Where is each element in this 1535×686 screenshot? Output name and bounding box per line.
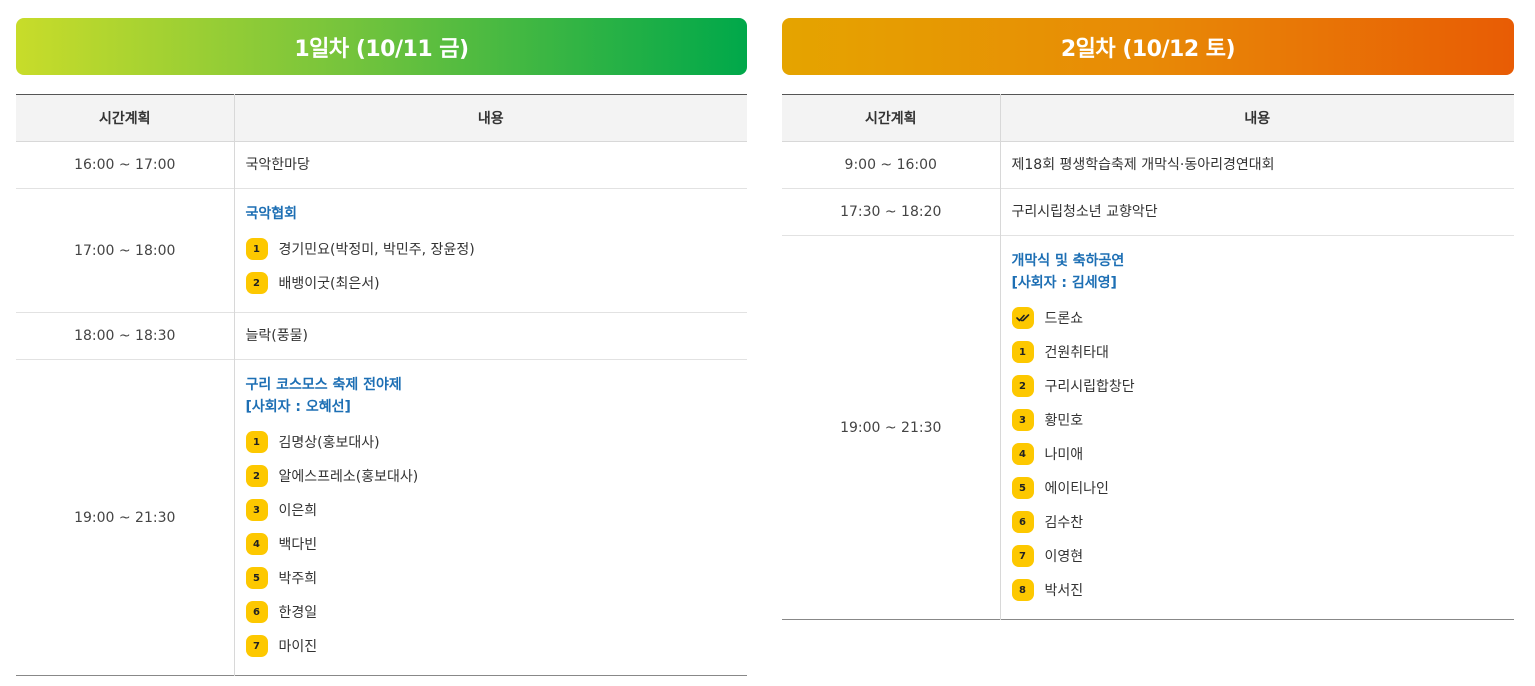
performer-name: 배뱅이굿(최은서)	[278, 276, 380, 292]
performer-name: 박서진	[1044, 583, 1084, 599]
list-item: 3 이은희	[245, 493, 737, 527]
performer-name: 백다빈	[278, 537, 318, 553]
performer-name: 이은희	[278, 503, 318, 519]
number-badge: 1	[1011, 341, 1034, 363]
performer-name: 마이진	[278, 639, 318, 655]
list-item: 드론쇼	[1011, 301, 1504, 335]
performer-name: 한경일	[278, 605, 318, 621]
program-heading: 구리 코스모스 축제 전야제	[245, 377, 402, 393]
list-item: 7 이영현	[1011, 539, 1504, 573]
time-cell: 17:30 ~ 18:20	[782, 188, 1000, 236]
day2-title-banner: 2일차 (10/12 토)	[782, 18, 1514, 75]
list-item: 1 건원취타대	[1011, 335, 1504, 369]
number-badge: 6	[245, 601, 268, 623]
time-cell: 16:00 ~ 17:00	[16, 141, 234, 189]
performer-name: 알에스프레소(홍보대사)	[278, 469, 419, 485]
number-badge: 7	[245, 635, 268, 657]
content-cell: 제18회 평생학습축제 개막식·동아리경연대회	[999, 141, 1514, 189]
program-host: [사회자 : 오혜선]	[245, 399, 351, 415]
program-heading: 국악협회	[245, 206, 298, 222]
number-badge: 2	[1011, 375, 1034, 397]
table-header-row: 시간계획 내용	[16, 94, 747, 142]
list-item: 2 배뱅이굿(최은서)	[245, 266, 737, 300]
day1-schedule: 1일차 (10/11 금) 시간계획 내용 16:00 ~ 17:00 국악한마…	[16, 18, 747, 676]
list-item: 4 백다빈	[245, 527, 737, 561]
time-cell: 19:00 ~ 21:30	[782, 235, 1000, 620]
list-item: 6 한경일	[245, 595, 737, 629]
performer-name: 나미애	[1044, 447, 1084, 463]
double-check-icon	[1011, 307, 1034, 329]
performer-name: 경기민요(박정미, 박민주, 장윤정)	[278, 242, 475, 258]
number-badge: 2	[245, 272, 268, 294]
number-badge: 5	[1011, 477, 1034, 499]
content-cell: 국악협회 1 경기민요(박정미, 박민주, 장윤정) 2 배뱅이굿(최은서)	[233, 188, 747, 313]
number-badge: 6	[1011, 511, 1034, 533]
list-item: 5 박주희	[245, 561, 737, 595]
day2-schedule: 2일차 (10/12 토) 시간계획 내용 9:00 ~ 16:00 제18회 …	[782, 18, 1514, 620]
program-heading: 개막식 및 축하공연	[1011, 253, 1125, 269]
list-item: 5 에이티나인	[1011, 471, 1504, 505]
table-row: 16:00 ~ 17:00 국악한마당	[16, 141, 747, 189]
performer-name: 에이티나인	[1044, 481, 1109, 497]
time-cell: 17:00 ~ 18:00	[16, 188, 234, 313]
list-item: 7 마이진	[245, 629, 737, 663]
content-cell: 늘락(풍물)	[233, 312, 747, 360]
performer-name: 드론쇼	[1044, 311, 1084, 327]
performer-name: 건원취타대	[1044, 345, 1109, 361]
performer-name: 김수찬	[1044, 515, 1084, 531]
time-cell: 18:00 ~ 18:30	[16, 312, 234, 360]
list-item: 6 김수찬	[1011, 505, 1504, 539]
list-item: 2 알에스프레소(홍보대사)	[245, 459, 737, 493]
number-badge: 2	[245, 465, 268, 487]
content-column-header: 내용	[233, 94, 747, 142]
list-item: 2 구리시립합창단	[1011, 369, 1504, 403]
content-column-header: 내용	[999, 94, 1514, 142]
table-row: 18:00 ~ 18:30 늘락(풍물)	[16, 312, 747, 360]
number-badge: 8	[1011, 579, 1034, 601]
day1-title-banner: 1일차 (10/11 금)	[16, 18, 747, 75]
table-row: 17:30 ~ 18:20 구리시립청소년 교향악단	[782, 188, 1514, 236]
performer-name: 박주희	[278, 571, 318, 587]
performer-list: 1 김명상(홍보대사) 2 알에스프레소(홍보대사) 3 이은희 4 백다빈 5 박주희 …	[245, 425, 737, 663]
list-item: 4 나미애	[1011, 437, 1504, 471]
content-cell: 개막식 및 축하공연 [사회자 : 김세영] 드론쇼 1 건원취타대 2 구리시립합…	[999, 235, 1514, 620]
table-row: 19:00 ~ 21:30 구리 코스모스 축제 전야제 [사회자 : 오혜선]…	[16, 359, 747, 676]
performer-list: 드론쇼 1 건원취타대 2 구리시립합창단 3 황민호 4 나미애 5 에이티나인 6 김수…	[1011, 301, 1504, 607]
day1-schedule-table: 시간계획 내용 16:00 ~ 17:00 국악한마당 17:00 ~ 18:0…	[16, 94, 747, 676]
list-item: 1 김명상(홍보대사)	[245, 425, 737, 459]
list-item: 3 황민호	[1011, 403, 1504, 437]
performer-name: 구리시립합창단	[1044, 379, 1135, 395]
performer-name: 이영현	[1044, 549, 1084, 565]
table-row: 19:00 ~ 21:30 개막식 및 축하공연 [사회자 : 김세영] 드론쇼	[782, 235, 1514, 620]
time-column-header: 시간계획	[782, 94, 1000, 142]
time-column-header: 시간계획	[16, 94, 234, 142]
content-cell: 구리 코스모스 축제 전야제 [사회자 : 오혜선] 1 김명상(홍보대사) 2알…	[233, 359, 747, 676]
time-cell: 9:00 ~ 16:00	[782, 141, 1000, 189]
number-badge: 4	[1011, 443, 1034, 465]
table-row: 9:00 ~ 16:00 제18회 평생학습축제 개막식·동아리경연대회	[782, 141, 1514, 189]
time-cell: 19:00 ~ 21:30	[16, 359, 234, 676]
number-badge: 7	[1011, 545, 1034, 567]
list-item: 8 박서진	[1011, 573, 1504, 607]
number-badge: 5	[245, 567, 268, 589]
number-badge: 3	[1011, 409, 1034, 431]
content-cell: 국악한마당	[233, 141, 747, 189]
program-host: [사회자 : 김세영]	[1011, 275, 1117, 291]
number-badge: 4	[245, 533, 268, 555]
table-row: 17:00 ~ 18:00 국악협회 1 경기민요(박정미, 박민주, 장윤정) …	[16, 188, 747, 313]
number-badge: 1	[245, 431, 268, 453]
number-badge: 3	[245, 499, 268, 521]
table-header-row: 시간계획 내용	[782, 94, 1514, 142]
number-badge: 1	[245, 238, 268, 260]
content-cell: 구리시립청소년 교향악단	[999, 188, 1514, 236]
day2-schedule-table: 시간계획 내용 9:00 ~ 16:00 제18회 평생학습축제 개막식·동아리…	[782, 94, 1514, 620]
performer-name: 김명상(홍보대사)	[278, 435, 380, 451]
performer-list: 1 경기민요(박정미, 박민주, 장윤정) 2 배뱅이굿(최은서)	[245, 232, 737, 300]
performer-name: 황민호	[1044, 413, 1084, 429]
list-item: 1 경기민요(박정미, 박민주, 장윤정)	[245, 232, 737, 266]
